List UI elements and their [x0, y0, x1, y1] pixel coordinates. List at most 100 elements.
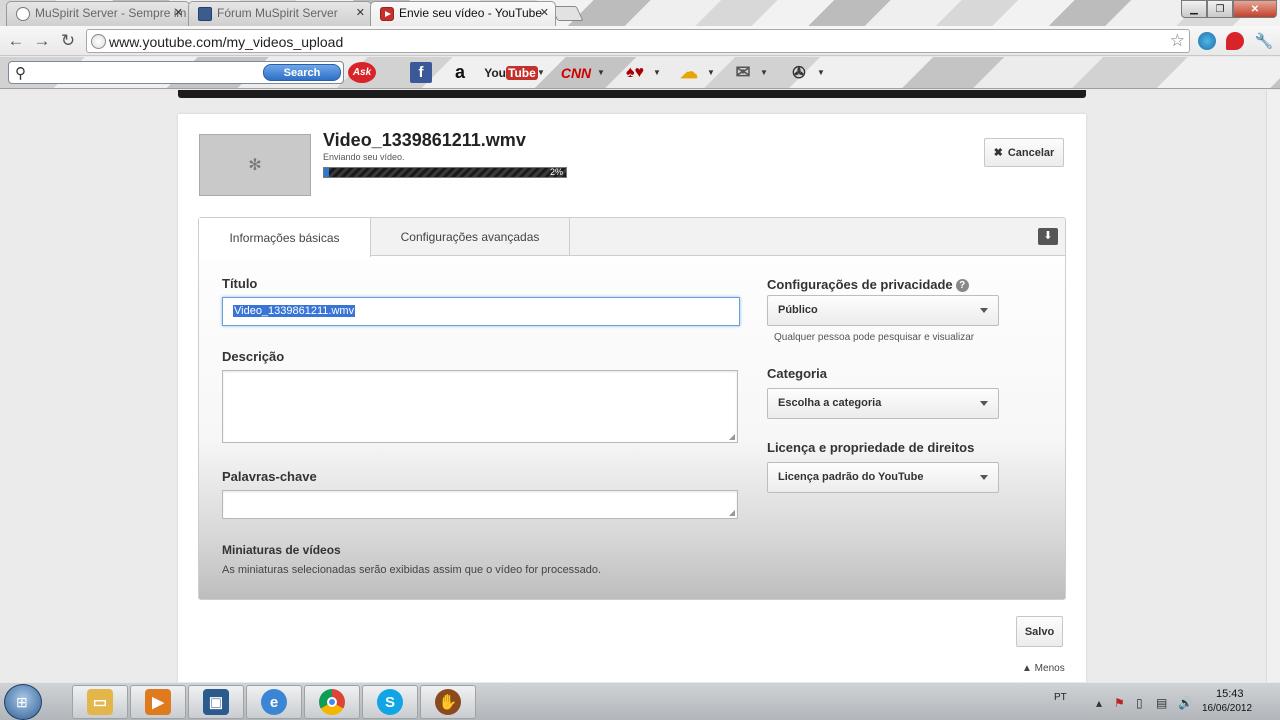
- upload-progress-fill: [324, 168, 329, 177]
- start-button[interactable]: ⊞: [4, 684, 42, 720]
- youtube-toolbar-icon[interactable]: You Tube: [484, 62, 538, 83]
- less-link[interactable]: ▲ Menos: [1022, 663, 1065, 674]
- tab-label: Informações básicas: [229, 230, 340, 245]
- back-arrow-icon[interactable]: ←: [5, 30, 27, 52]
- dropdown-arrow-icon[interactable]: ▼: [597, 68, 605, 77]
- license-select[interactable]: Licença padrão do YouTube: [767, 462, 999, 493]
- options-icon[interactable]: ✇: [784, 62, 814, 83]
- ask-toolbar: ⚲ Search Ask f a You Tube ▼ CNN ▼ ♠♥ ▼ ☁ …: [0, 57, 1280, 89]
- maximize-button[interactable]: ❐: [1207, 0, 1233, 18]
- tab-basic-info[interactable]: Informações básicas: [199, 218, 371, 257]
- language-indicator[interactable]: PT: [1054, 692, 1067, 703]
- download-icon[interactable]: ⬇: [1038, 228, 1058, 245]
- dropdown-arrow-icon[interactable]: ▼: [760, 68, 768, 77]
- close-icon: ✖: [993, 147, 1003, 159]
- mail-icon[interactable]: ✉: [730, 62, 756, 83]
- browser-tab-active[interactable]: Envie seu vídeo - YouTube ✕: [370, 1, 556, 26]
- tab-advanced-settings[interactable]: Configurações avançadas: [371, 218, 570, 256]
- amazon-icon[interactable]: a: [450, 62, 470, 83]
- cnn-icon[interactable]: CNN: [558, 62, 594, 83]
- forward-arrow-icon[interactable]: →: [31, 30, 53, 52]
- privacy-label-text: Configurações de privacidade: [767, 277, 953, 292]
- chrome-icon: [319, 689, 345, 715]
- weather-icon[interactable]: ☁: [676, 62, 702, 83]
- chevron-down-icon: [980, 475, 988, 480]
- browser-tab-title: Fórum MuSpirit Server: [217, 6, 338, 20]
- taskbar-chrome[interactable]: [304, 685, 360, 719]
- browser-tab-title: Envie seu vídeo - YouTube: [399, 6, 542, 20]
- ask-search-button[interactable]: Search: [263, 64, 341, 81]
- dropdown-arrow-icon[interactable]: ▼: [707, 68, 715, 77]
- page-icon: [91, 34, 106, 49]
- privacy-label: Configurações de privacidade?: [767, 277, 969, 292]
- upload-file-name: Video_1339861211.wmv: [323, 130, 526, 150]
- dropdown-arrow-icon[interactable]: ▼: [817, 68, 825, 77]
- games-icon[interactable]: ♠♥: [620, 62, 650, 83]
- windows-taskbar: ⊞ ▭ ▶ ▣ e S ✋ PT ▴ ⚑ ▯ ▤ 🔊 15:43 16/06/2…: [0, 682, 1280, 720]
- network-icon[interactable]: ▤: [1156, 696, 1167, 710]
- category-select[interactable]: Escolha a categoria: [767, 388, 999, 419]
- save-button[interactable]: Salvo: [1016, 616, 1063, 647]
- ask-logo-icon[interactable]: Ask: [348, 62, 376, 83]
- category-label: Categoria: [767, 366, 827, 381]
- ask-search-input[interactable]: ⚲ Search: [8, 61, 344, 84]
- taskbar-internet-explorer[interactable]: e: [246, 685, 302, 719]
- system-tray: PT ▴ ⚑ ▯ ▤ 🔊 15:43 16/06/2012: [1040, 683, 1280, 720]
- taskbar-media-player[interactable]: ▶: [130, 685, 186, 719]
- ask-extension-icon[interactable]: [1226, 32, 1244, 50]
- dropdown-arrow-icon[interactable]: ▼: [653, 68, 661, 77]
- browser-tab[interactable]: MuSpirit Server - Sempre im ✕: [6, 1, 190, 26]
- windows-logo-icon: ⊞: [16, 694, 28, 710]
- media-player-icon: ▶: [145, 689, 171, 715]
- dropdown-arrow-icon[interactable]: ▼: [537, 68, 545, 77]
- close-icon[interactable]: ✕: [356, 6, 365, 19]
- taskbar-explorer[interactable]: ▭: [72, 685, 128, 719]
- resize-grip-icon[interactable]: ◢: [729, 432, 735, 441]
- battery-icon[interactable]: ▯: [1136, 696, 1143, 710]
- address-bar[interactable]: www.youtube.com/my_videos_upload ☆: [86, 29, 1190, 53]
- reload-icon[interactable]: ↻: [57, 30, 79, 52]
- chevron-up-icon[interactable]: ▴: [1096, 696, 1102, 710]
- close-icon[interactable]: ✕: [540, 6, 549, 19]
- cancel-label: Cancelar: [1007, 146, 1055, 159]
- resize-grip-icon[interactable]: ◢: [729, 508, 735, 517]
- close-icon[interactable]: ✕: [174, 6, 183, 19]
- skype-extension-icon[interactable]: [1198, 32, 1216, 50]
- taskbar-skype[interactable]: S: [362, 685, 418, 719]
- clock-date[interactable]: 16/06/2012: [1202, 703, 1252, 714]
- clock-time[interactable]: 15:43: [1216, 688, 1244, 700]
- action-center-icon[interactable]: ⚑: [1114, 696, 1125, 710]
- search-icon: ⚲: [15, 65, 26, 82]
- thumbnails-label: Miniaturas de vídeos: [222, 543, 341, 557]
- page-scrollbar[interactable]: [1266, 90, 1280, 682]
- title-input-value: Video_1339861211.wmv: [233, 305, 356, 317]
- description-textarea[interactable]: ◢: [222, 370, 738, 443]
- folder-icon: ▭: [87, 689, 113, 715]
- page-content: ✻ Video_1339861211.wmv Enviando seu víde…: [0, 90, 1280, 694]
- help-icon[interactable]: ?: [955, 279, 969, 292]
- category-select-value: Escolha a categoria: [778, 397, 882, 409]
- bookmark-star-icon[interactable]: ☆: [1170, 31, 1185, 51]
- skype-icon: S: [377, 689, 403, 715]
- details-tabs: Informações básicas Configurações avança…: [199, 218, 1065, 257]
- facebook-icon[interactable]: f: [410, 62, 432, 83]
- upload-status: Enviando seu vídeo.: [323, 152, 405, 162]
- browser-tab[interactable]: Fórum MuSpirit Server ✕: [188, 1, 372, 26]
- wrench-icon[interactable]: 🔧: [1253, 30, 1275, 52]
- taskbar-app[interactable]: ▣: [188, 685, 244, 719]
- app-icon: ▣: [203, 689, 229, 715]
- description-label: Descrição: [222, 349, 285, 364]
- browser-toolbar: ← → ↻ www.youtube.com/my_videos_upload ☆…: [0, 26, 1280, 56]
- youtube-icon: [380, 7, 394, 21]
- cancel-button[interactable]: ✖ Cancelar: [984, 138, 1064, 167]
- privacy-select-value: Público: [778, 304, 818, 316]
- taskbar-app[interactable]: ✋: [420, 685, 476, 719]
- title-input[interactable]: Video_1339861211.wmv: [222, 297, 740, 326]
- keywords-input[interactable]: ◢: [222, 490, 738, 519]
- volume-icon[interactable]: 🔊: [1178, 696, 1193, 710]
- window-close-button[interactable]: ✕: [1233, 0, 1277, 18]
- url-text: www.youtube.com/my_videos_upload: [109, 34, 344, 50]
- keywords-label: Palavras-chave: [222, 469, 317, 484]
- privacy-select[interactable]: Público: [767, 295, 999, 326]
- minimize-button[interactable]: ▁: [1181, 0, 1207, 18]
